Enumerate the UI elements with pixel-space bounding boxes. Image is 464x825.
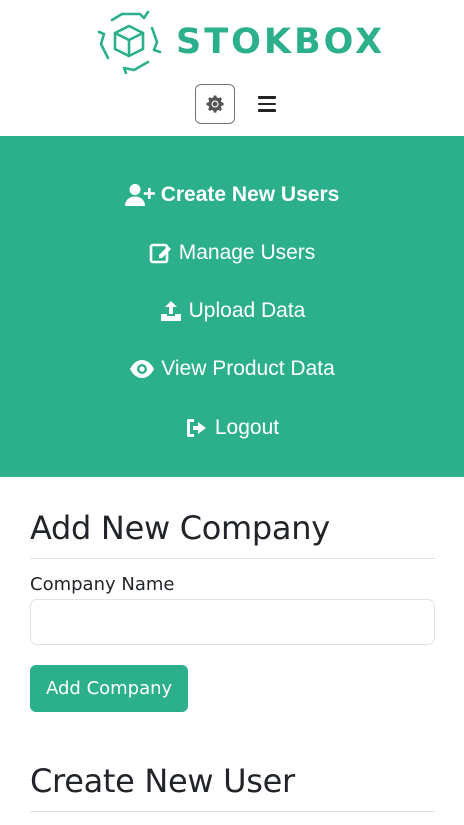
gear-icon — [206, 95, 224, 113]
hamburger-menu-button[interactable] — [258, 92, 282, 116]
toolbar — [0, 84, 464, 126]
nav-item-view-product-data[interactable]: View Product Data — [0, 349, 464, 389]
company-name-input[interactable] — [30, 599, 435, 645]
nav-item-label: Manage Users — [178, 241, 316, 264]
logout-icon — [186, 419, 206, 437]
nav-item-logout[interactable]: Logout — [0, 408, 464, 448]
nav-item-label: Upload Data — [188, 299, 306, 322]
company-name-label: Company Name — [30, 574, 175, 595]
nav-item-label: Logout — [214, 416, 280, 439]
nav-item-label: View Product Data — [161, 357, 335, 380]
settings-button[interactable] — [195, 84, 235, 124]
header: STOKBOX — [0, 0, 464, 136]
add-company-button[interactable]: Add Company — [30, 665, 189, 712]
section-divider — [30, 811, 435, 812]
hamburger-icon-line — [258, 109, 276, 112]
nav-item-create-new-users[interactable]: Create New Users — [0, 175, 464, 215]
edit-icon — [149, 243, 171, 264]
brand-name: STOKBOX — [176, 22, 386, 62]
create-user-heading: Create New User — [30, 762, 295, 800]
nav-item-manage-users[interactable]: Manage Users — [0, 233, 464, 273]
eye-icon — [130, 360, 155, 378]
hamburger-icon — [258, 96, 276, 99]
user-plus-icon — [124, 184, 155, 206]
nav-item-upload-data[interactable]: Upload Data — [0, 291, 464, 331]
main-navigation: Create New Users Manage Users Upload Dat… — [0, 136, 464, 477]
hamburger-icon-line — [258, 102, 276, 106]
brand-logo[interactable]: STOKBOX — [96, 8, 385, 74]
stokbox-logo-icon — [97, 10, 162, 74]
section-divider — [30, 558, 435, 559]
upload-icon — [160, 301, 181, 321]
nav-item-label: Create New Users — [160, 183, 340, 206]
add-company-heading: Add New Company — [30, 509, 330, 547]
